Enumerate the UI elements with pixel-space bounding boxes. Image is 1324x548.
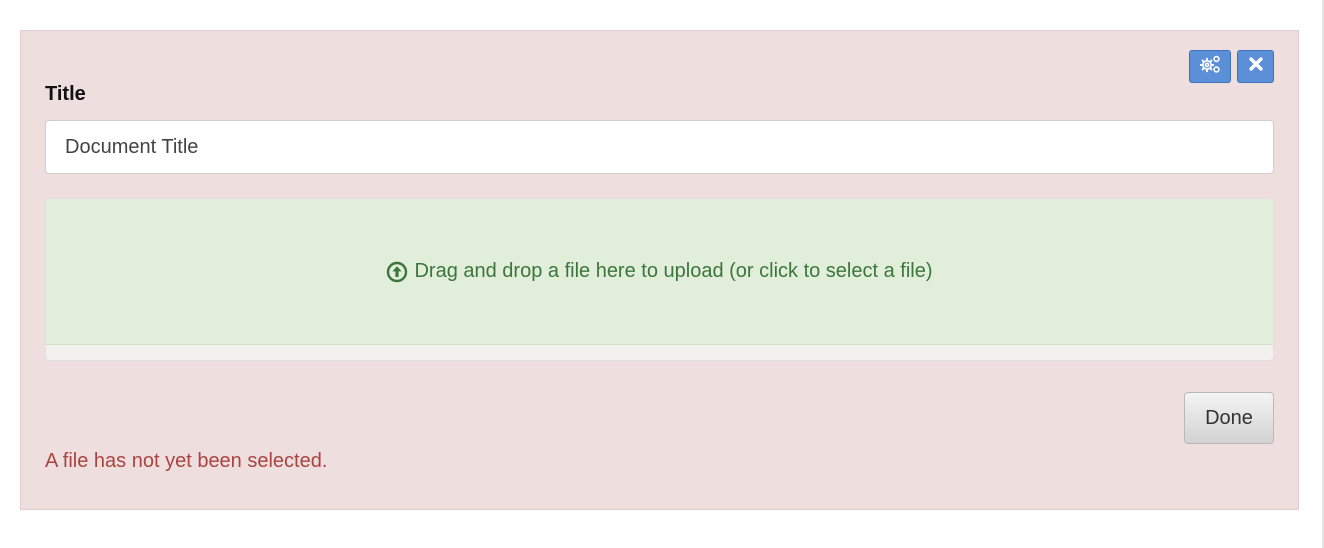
error-message: A file has not yet been selected. [45,450,328,472]
close-icon [1248,56,1264,77]
title-label: Title [45,83,86,105]
title-input[interactable] [45,120,1274,174]
upload-panel: Title Drag and drop a file here to uploa… [20,30,1299,510]
gears-icon [1198,54,1222,79]
upload-area: Drag and drop a file here to upload (or … [45,198,1274,361]
upload-circle-icon [386,261,408,283]
file-dropzone[interactable]: Drag and drop a file here to upload (or … [46,199,1273,345]
done-button[interactable]: Done [1184,392,1274,444]
dropzone-text: Drag and drop a file here to upload (or … [414,260,933,282]
settings-button[interactable] [1189,50,1231,83]
close-button[interactable] [1237,50,1274,83]
